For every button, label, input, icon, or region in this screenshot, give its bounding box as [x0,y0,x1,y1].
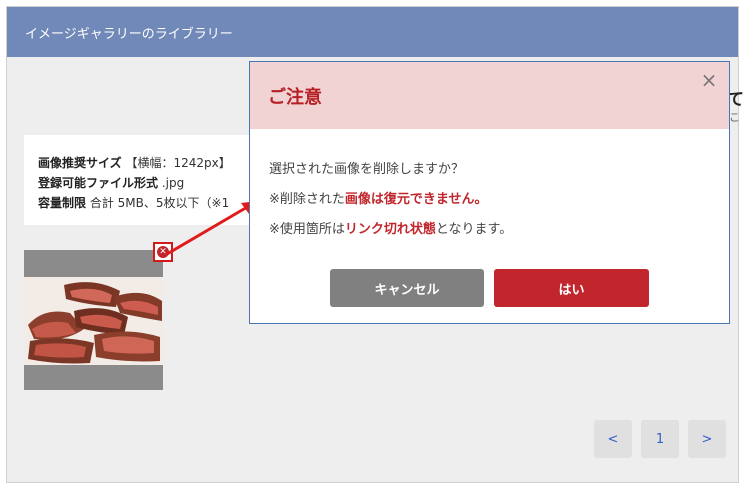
file-format-label: 登録可能ファイル形式 [38,176,159,190]
recommended-size-label: 画像推奨サイズ [38,156,122,170]
cancel-button[interactable]: キャンセル [330,269,484,307]
warning-links-prefix: ※使用箇所は [269,222,345,237]
dialog-header: ご注意 × [250,62,729,129]
confirm-button[interactable]: はい [494,269,649,307]
pagination-page-1[interactable]: 1 [641,420,679,458]
image-thumbnail[interactable] [24,250,163,390]
close-icon[interactable]: × [699,70,719,90]
delete-confirm-dialog: ご注意 × 選択された画像を削除しますか？ ※削除された画像は復元できません。 … [249,61,730,324]
pagination-next-button[interactable]: > [688,420,726,458]
dialog-title: ご注意 [268,86,322,108]
warning-links-suffix: となります。 [435,222,513,237]
file-format-row: 登録可能ファイル形式 .jpg [38,173,264,193]
warning-restore-prefix: ※削除された [269,192,345,207]
steak-image [24,277,163,365]
recommended-size-value: 【横幅：1242px】 [125,156,231,170]
warning-links-emphasis: リンク切れ状態 [344,222,436,237]
obscured-subtext: こ [729,111,740,124]
warning-line-restore: ※削除された画像は復元できません。 [269,185,729,215]
pagination-prev-button[interactable]: < [594,420,632,458]
recommended-size-row: 画像推奨サイズ 【横幅：1242px】 [38,153,264,173]
size-limit-label: 容量制限 [38,196,87,210]
dialog-message: 選択された画像を削除しますか？ ※削除された画像は復元できません。 ※使用箇所は… [250,129,729,245]
warning-line-links: ※使用箇所はリンク切れ状態となります。 [269,215,729,245]
file-format-value: .jpg [161,176,185,190]
warning-restore-emphasis: 画像は復元できません。 [344,192,488,207]
window-title: イメージギャラリーのライブラリー [7,7,738,57]
confirm-question: 選択された画像を削除しますか？ [269,162,465,177]
